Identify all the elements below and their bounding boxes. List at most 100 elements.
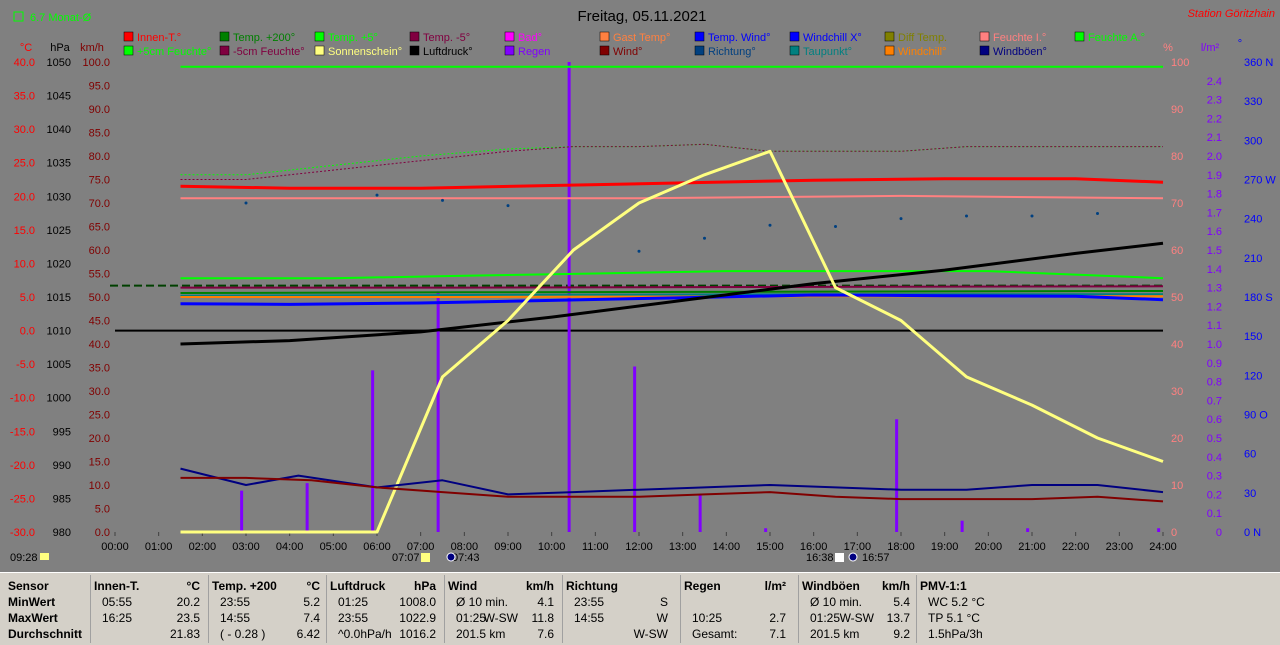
- rain-tick-label: 2.4: [1207, 76, 1222, 88]
- unit-press: hPa: [50, 42, 70, 54]
- legend-swatch: [504, 31, 515, 42]
- stats-cell: 05:55: [102, 595, 133, 609]
- temp-tick-label: -30.0: [10, 527, 35, 539]
- stats-row: 05:55 20.2: [94, 595, 204, 611]
- press-tick-label: 1035: [47, 158, 71, 170]
- x-tick-label: 02:00: [189, 541, 217, 553]
- x-tick-label: 14:00: [713, 541, 741, 553]
- dir-tick-label: 360 N: [1244, 57, 1273, 69]
- stats-cell: 23.5: [176, 611, 200, 625]
- stats-row: Ø 10 min. 5.4: [802, 595, 914, 611]
- stats-title: Sensor: [8, 579, 49, 593]
- stats-column: PMV-1:1 WC 5.2 °C TP 5.1 °C 1.5hPa/3h: [920, 573, 1030, 645]
- stats-row: TP 5.1 °C: [920, 611, 1030, 627]
- sunrise-moon-icon: [446, 552, 456, 562]
- x-tick-label: 11:00: [582, 541, 609, 553]
- stats-cell: W: [656, 611, 668, 625]
- wind-tick-label: 20.0: [89, 433, 110, 445]
- stats-row: MaxWert: [8, 611, 88, 627]
- stats-cell: 2.7: [769, 611, 786, 625]
- legend-swatch: [409, 31, 420, 42]
- wind-tick-label: 0.0: [95, 527, 110, 539]
- press-tick-label: 1050: [47, 57, 71, 69]
- stats-cell: 7.4: [303, 611, 320, 625]
- stats-row: 10:25 2.7: [684, 611, 790, 627]
- stats-column: Wind km/h Ø 10 min. 4.1 01:25 W-SW 11.8 201.5 k…: [448, 573, 558, 645]
- x-tick-label: 23:00: [1106, 541, 1134, 553]
- rain-tick-label: 0.7: [1207, 395, 1222, 407]
- stats-unit: °C: [186, 579, 200, 593]
- stats-column: Innen-T. °C 05:55 20.2 16:25 23.5 21.83: [94, 573, 204, 645]
- unit-wind: km/h: [80, 42, 104, 54]
- stats-unit: l/m²: [764, 579, 786, 593]
- stats-cell: 10:25: [692, 611, 723, 625]
- stats-row: 14:55 W: [566, 611, 672, 627]
- stats-cell: 201.5 km: [456, 627, 506, 641]
- legend-label: Windböen°: [993, 46, 1047, 58]
- rain-tick-label: 0.1: [1207, 508, 1222, 520]
- wind-tick-label: 15.0: [89, 457, 110, 469]
- wind-tick-label: 45.0: [89, 316, 110, 328]
- temp-tick-label: 35.0: [14, 91, 35, 103]
- rain-tick-label: 0.3: [1207, 471, 1222, 483]
- stats-row: Ø 10 min. 4.1: [448, 595, 558, 611]
- temp-tick-label: -10.0: [10, 393, 35, 405]
- stats-row: 23:55 S: [566, 595, 672, 611]
- temp-tick-label: 0.0: [20, 326, 35, 338]
- legend-label: Feuchte A.°: [1088, 32, 1145, 44]
- stats-title: Luftdruck: [330, 579, 386, 593]
- wind-tick-label: 60.0: [89, 245, 110, 257]
- wind-tick-label: 65.0: [89, 222, 110, 234]
- press-tick-label: 990: [53, 460, 71, 472]
- direction-dot: [834, 225, 837, 228]
- direction-dot: [965, 214, 968, 218]
- x-tick-label: 00:00: [101, 541, 129, 553]
- pct-tick-label: 80: [1171, 151, 1183, 163]
- stats-cell: MaxWert: [8, 611, 58, 625]
- legend-swatch: [789, 45, 800, 56]
- stats-column: Windböen km/h Ø 10 min. 5.4 01:25 W-SW 13.7 201…: [802, 573, 914, 645]
- legend-swatch: [979, 45, 990, 56]
- stats-separator: [444, 575, 445, 643]
- direction-dot: [375, 193, 379, 197]
- unit-temp: °C: [20, 42, 32, 54]
- legend-label: Temp. Wind°: [708, 32, 770, 44]
- stats-row: Gesamt: 7.1: [684, 627, 790, 643]
- pct-tick-label: 0: [1171, 527, 1177, 539]
- legend-label: Windchill X°: [803, 32, 862, 44]
- sunset-moon-icon: [848, 552, 858, 562]
- rain-tick-label: 0.2: [1207, 489, 1222, 501]
- rain-tick-label: 1.4: [1207, 264, 1222, 276]
- wind-tick-label: 80.0: [89, 151, 110, 163]
- stats-separator: [680, 575, 681, 643]
- stats-unit: km/h: [525, 579, 554, 593]
- press-tick-label: 1005: [47, 359, 71, 371]
- sunrise-marker: 07:43: [452, 552, 480, 564]
- stats-cell: 01:25: [456, 611, 487, 625]
- legend-label: Diff Temp.: [898, 32, 947, 44]
- rain-tick-label: 0: [1216, 527, 1222, 539]
- stats-cell: W-SW: [483, 611, 518, 625]
- stats-cell: 4.1: [537, 595, 554, 609]
- pct-tick-label: 20: [1171, 433, 1183, 445]
- stats-header: Windböen km/h: [802, 579, 914, 595]
- legend-swatch: [599, 45, 610, 56]
- legend-swatch: [694, 31, 705, 42]
- stats-header: Regen l/m²: [684, 579, 790, 595]
- rain-tick-label: 2.2: [1207, 113, 1222, 125]
- legend-swatch: [884, 45, 895, 56]
- rain-tick-label: 2.1: [1207, 132, 1222, 144]
- legend-label: Feuchte I.°: [993, 32, 1046, 44]
- unit-pct: %: [1163, 42, 1173, 54]
- rain-tick-label: 1.3: [1207, 283, 1222, 295]
- rain-tick-label: 0.6: [1207, 414, 1222, 426]
- dir-tick-label: 30: [1244, 488, 1256, 500]
- stats-header: Wind km/h: [448, 579, 558, 595]
- temp-tick-label: 20.0: [14, 191, 35, 203]
- stats-cell: ^0.0hPa/h: [338, 627, 392, 641]
- stats-row: ^0.0hPa/h 1016.2: [330, 627, 440, 643]
- stats-cell: 01:25: [338, 595, 369, 609]
- stats-title: Richtung: [566, 579, 618, 593]
- x-tick-label: 06:00: [363, 541, 391, 553]
- stats-header: Sensor: [8, 579, 88, 595]
